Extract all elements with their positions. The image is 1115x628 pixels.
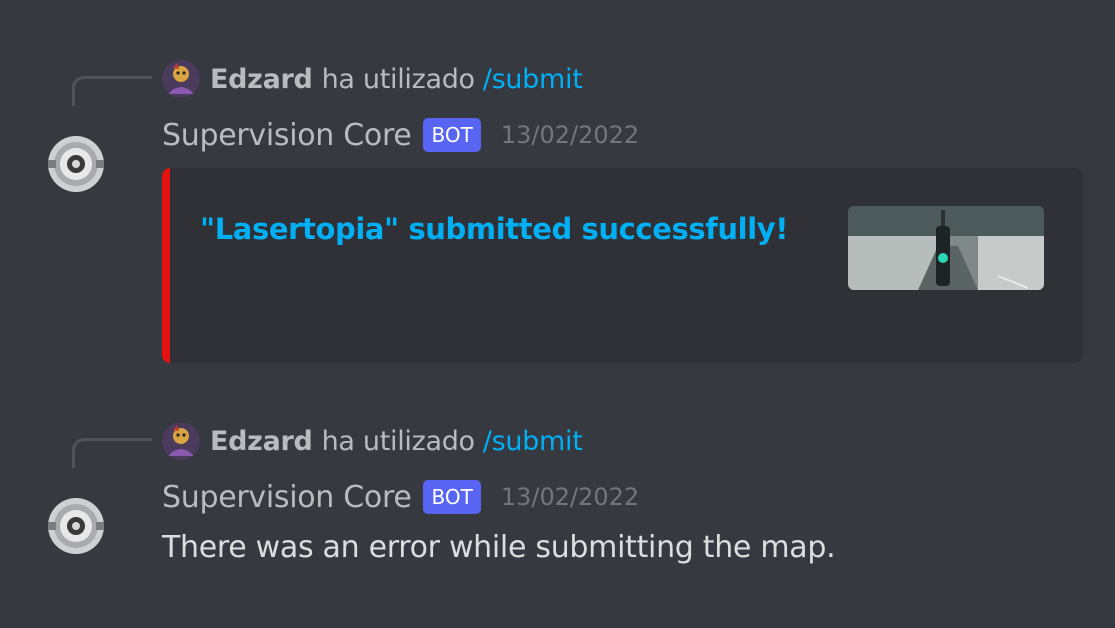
embed-card: "Lasertopia" submitted successfully! xyxy=(162,168,1083,363)
reply-used-text: ha utilizado xyxy=(321,425,476,457)
reply-connector xyxy=(72,76,152,106)
reply-username[interactable]: Edzard xyxy=(210,64,313,95)
message-content: There was an error while submitting the … xyxy=(162,530,836,565)
author-name[interactable]: Supervision Core xyxy=(162,480,412,515)
embed-title[interactable]: "Lasertopia" submitted successfully! xyxy=(200,212,788,246)
reply-command-link[interactable]: /submit xyxy=(483,426,583,457)
message-timestamp: 13/02/2022 xyxy=(500,483,640,511)
bot-avatar[interactable] xyxy=(40,488,112,560)
message-header: Supervision Core BOT 13/02/2022 xyxy=(162,476,639,518)
reply-connector xyxy=(72,438,152,468)
reply-reference[interactable]: Edzard ha utilizado /submit xyxy=(162,422,583,460)
embed-thumbnail[interactable] xyxy=(848,206,1044,290)
author-name[interactable]: Supervision Core xyxy=(162,118,412,153)
reply-username[interactable]: Edzard xyxy=(210,426,313,457)
bot-avatar[interactable] xyxy=(40,126,112,198)
chat-area: Edzard ha utilizado /submit Supervision … xyxy=(0,0,1115,628)
bot-badge: BOT xyxy=(423,118,481,152)
bot-badge: BOT xyxy=(423,480,481,514)
reply-user-avatar[interactable] xyxy=(162,422,200,460)
reply-user-avatar[interactable] xyxy=(162,60,200,98)
reply-reference[interactable]: Edzard ha utilizado /submit xyxy=(162,60,583,98)
message-timestamp: 13/02/2022 xyxy=(500,121,640,149)
message-header: Supervision Core BOT 13/02/2022 xyxy=(162,114,639,156)
reply-command-link[interactable]: /submit xyxy=(483,64,583,95)
reply-used-text: ha utilizado xyxy=(321,63,476,95)
embed-accent-bar xyxy=(162,168,170,363)
